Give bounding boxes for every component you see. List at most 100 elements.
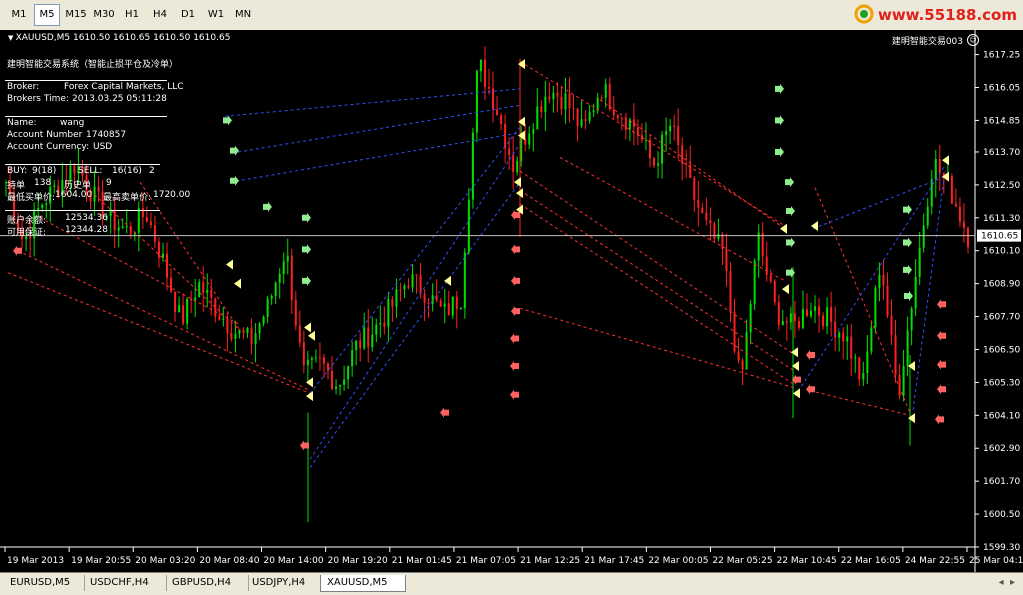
candle-body xyxy=(785,321,788,323)
candle-body xyxy=(918,247,921,277)
x-tick-label: 21 Mar 17:45 xyxy=(584,556,644,566)
x-tick-label: 19 Mar 20:55 xyxy=(71,556,131,566)
timeframe-h1-button[interactable]: H1 xyxy=(120,4,144,26)
y-tick-label: 1605.30 xyxy=(983,378,1020,388)
y-tick-label: 1611.30 xyxy=(983,214,1020,224)
tab-usdjpy[interactable]: USDJPY,H4 xyxy=(246,575,327,591)
x-tick-label: 22 Mar 00:05 xyxy=(648,556,708,566)
candle-body xyxy=(471,132,474,200)
candle-body xyxy=(954,203,957,207)
x-tick-label: 24 Mar 22:55 xyxy=(905,556,965,566)
candle-body xyxy=(926,206,929,226)
current-price-label: 1610.65 xyxy=(981,232,1018,242)
candle-body xyxy=(560,96,563,110)
candle-body xyxy=(512,155,515,173)
account-currency-value: USD xyxy=(93,142,113,152)
highest-sell-value: 1720.00 xyxy=(153,190,191,200)
info-divider xyxy=(5,210,160,211)
candle-body xyxy=(870,327,873,352)
buy-arrow-icon xyxy=(775,115,784,126)
x-tick-label: 19 Mar 2013 xyxy=(7,556,64,566)
candle-body xyxy=(894,335,897,375)
candle-body xyxy=(568,93,571,109)
tab-gbpusd[interactable]: GBPUSD,H4 xyxy=(166,575,249,591)
candle-body xyxy=(479,59,482,72)
candle-body xyxy=(41,204,44,208)
sell-arrow-icon xyxy=(937,330,946,341)
candle-body xyxy=(842,332,845,342)
timeframe-m5-button[interactable]: M5 xyxy=(34,4,60,26)
candle-body xyxy=(741,360,744,370)
candle-body xyxy=(697,199,700,208)
sell-arrow-icon xyxy=(937,384,946,395)
candle-body xyxy=(862,372,865,380)
candle-body xyxy=(910,308,913,331)
tab-xauusd[interactable]: XAUUSD,M5 xyxy=(320,575,406,592)
tab-scroll-arrows[interactable]: ◂ ▸ xyxy=(999,577,1015,588)
close-arrow-icon xyxy=(942,155,949,166)
candle-body xyxy=(906,330,909,367)
buy-arrow-icon xyxy=(302,212,311,223)
close-arrow-icon xyxy=(306,377,313,388)
indicator-name: 建明智能交易003 xyxy=(891,37,963,47)
candle-body xyxy=(665,131,668,135)
candle-body xyxy=(504,124,507,149)
trade-line xyxy=(519,307,796,389)
candle-body xyxy=(882,274,885,286)
x-tick-label: 21 Mar 07:05 xyxy=(456,556,516,566)
y-tick-label: 1606.50 xyxy=(983,345,1020,355)
trade-line xyxy=(89,190,241,331)
timeframe-m15-button[interactable]: M15 xyxy=(62,4,90,26)
candle-body xyxy=(447,303,450,316)
timeframe-h4-button[interactable]: H4 xyxy=(148,4,172,26)
tab-eurusd[interactable]: EURUSD,M5 xyxy=(4,575,85,591)
candle-body xyxy=(632,119,635,128)
close-arrow-icon xyxy=(518,116,525,127)
candle-body xyxy=(729,271,732,312)
candle-body xyxy=(483,59,486,88)
candle-body xyxy=(117,227,120,231)
chart-window[interactable]: 1617.25 1616.05 1614.85 1613.70 1612.50 1611.… xyxy=(0,30,1023,572)
buy-arrow-icon xyxy=(302,244,311,255)
trade-line xyxy=(519,61,786,227)
candle-body xyxy=(137,208,140,233)
y-tick-label: 1613.70 xyxy=(983,148,1020,158)
scroll-right-icon[interactable]: ▸ xyxy=(1010,577,1015,588)
collapse-icon[interactable]: ▼ xyxy=(8,34,16,42)
candle-body xyxy=(713,223,716,239)
candle-body xyxy=(282,261,285,275)
timeframe-m30-button[interactable]: M30 xyxy=(90,4,118,26)
candle-body xyxy=(391,299,394,307)
x-tick-label: 21 Mar 01:45 xyxy=(392,556,452,566)
chart-title-text: XAUUSD,M5 1610.50 1610.65 1610.50 1610.6… xyxy=(15,33,231,43)
timeframe-mn-button[interactable]: MN xyxy=(230,4,256,26)
scroll-left-icon[interactable]: ◂ xyxy=(999,577,1004,588)
x-tick-label: 22 Mar 05:25 xyxy=(712,556,772,566)
candle-body xyxy=(322,357,325,364)
candle-body xyxy=(544,96,547,113)
close-arrow-icon xyxy=(908,360,915,371)
candle-body xyxy=(596,97,599,111)
price-chart[interactable]: 1617.25 1616.05 1614.85 1613.70 1612.50 1611.… xyxy=(0,30,1023,572)
candle-body xyxy=(53,185,56,187)
timeframe-m1-button[interactable]: M1 xyxy=(6,4,32,26)
candle-body xyxy=(548,96,551,100)
candle-body xyxy=(439,300,442,307)
candle-body xyxy=(331,370,334,389)
candle-body xyxy=(624,119,627,130)
candle-body xyxy=(178,305,181,313)
candle-body xyxy=(455,296,458,310)
candle-body xyxy=(351,350,354,367)
buy-arrow-icon xyxy=(786,205,795,216)
candle-body xyxy=(677,126,680,145)
timeframe-w1-button[interactable]: W1 xyxy=(204,4,228,26)
trade-line xyxy=(309,181,521,468)
candle-body xyxy=(496,109,499,116)
timeframe-d1-button[interactable]: D1 xyxy=(176,4,200,26)
equity-label: 可用保证: xyxy=(7,228,47,238)
tab-usdchf[interactable]: USDCHF,H4 xyxy=(84,575,167,591)
name-label: Name: xyxy=(7,118,37,128)
sell-extra: 2 xyxy=(149,166,155,176)
candle-body xyxy=(194,297,197,301)
candle-body xyxy=(270,295,273,299)
